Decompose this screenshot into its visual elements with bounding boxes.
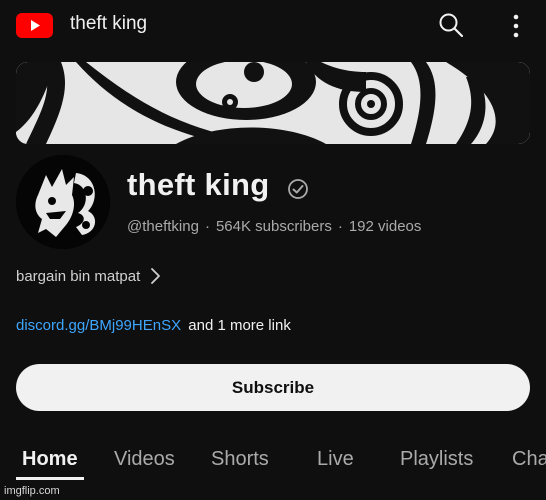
tab-live[interactable]: Live	[317, 448, 354, 471]
youtube-logo[interactable]	[16, 13, 53, 38]
tab-shorts[interactable]: Shorts	[211, 448, 269, 471]
tab-home[interactable]: Home	[22, 448, 78, 471]
channel-description[interactable]: bargain bin matpat	[16, 267, 162, 285]
tab-channels[interactable]: Cha	[512, 448, 546, 471]
meta-separator: ·	[204, 218, 210, 235]
subscriber-count: 564K subscribers	[215, 218, 332, 235]
channel-meta: @theftking · 564K subscribers · 192 videos	[127, 218, 421, 235]
channel-banner	[16, 62, 530, 144]
chevron-right-icon	[151, 268, 161, 284]
tab-videos[interactable]: Videos	[114, 448, 175, 471]
more-links-button[interactable]: and 1 more link	[188, 317, 291, 334]
video-count: 192 videos	[348, 218, 422, 235]
top-title: theft king	[70, 13, 148, 34]
meta-separator: ·	[337, 218, 343, 235]
subscribe-button[interactable]: Subscribe	[16, 364, 530, 411]
tab-playlists[interactable]: Playlists	[400, 448, 473, 471]
channel-links: discord.gg/BMj99HEnSX and 1 more link	[16, 317, 291, 334]
channel-handle: @theftking	[127, 218, 199, 235]
channel-tabs: Home Videos Shorts Live Playlists Cha	[0, 440, 546, 480]
verified-check-icon	[288, 179, 308, 199]
active-tab-indicator	[16, 477, 84, 480]
top-app-bar: theft king	[0, 0, 546, 52]
discord-link[interactable]: discord.gg/BMj99HEnSX	[16, 317, 181, 334]
channel-name: theft king	[127, 167, 270, 202]
avatar-artwork	[16, 155, 110, 249]
search-icon[interactable]	[438, 12, 464, 38]
watermark: imgflip.com	[4, 485, 60, 497]
channel-avatar[interactable]	[16, 155, 110, 249]
more-vertical-icon[interactable]	[506, 12, 526, 40]
banner-artwork	[16, 62, 530, 144]
description-text: bargain bin matpat	[16, 267, 141, 285]
